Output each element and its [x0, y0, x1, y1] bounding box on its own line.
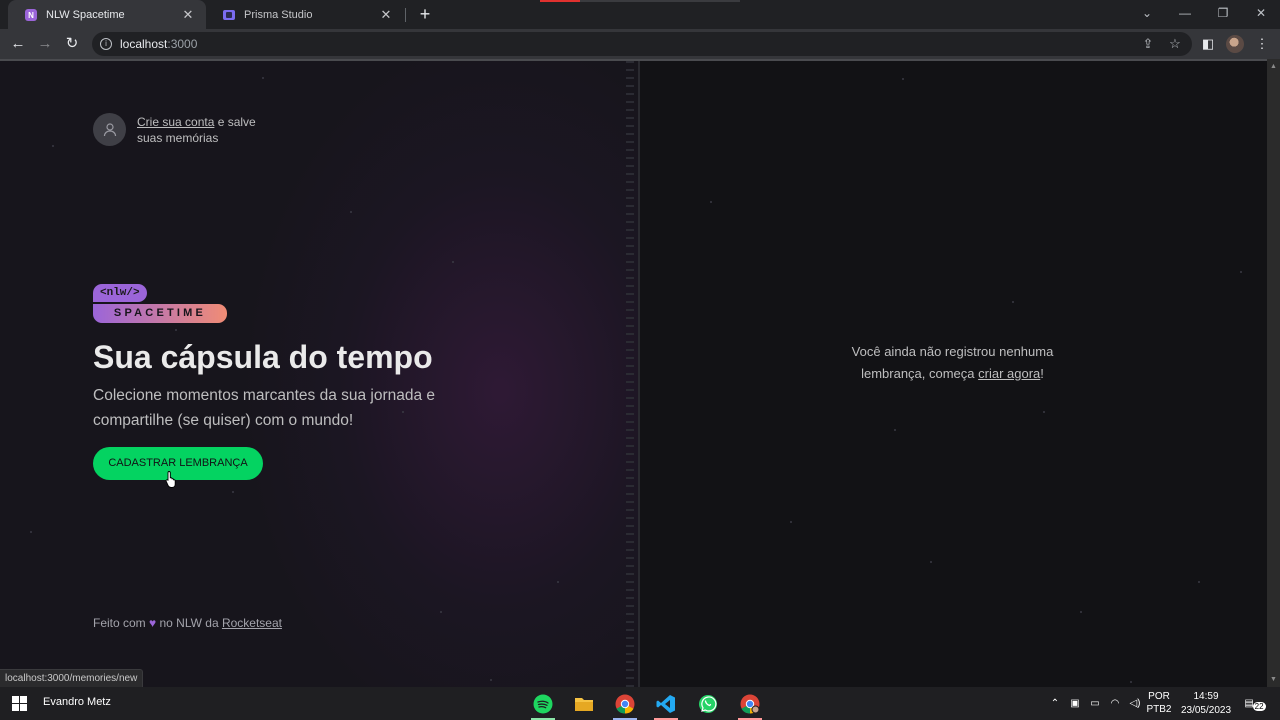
tray-battery-icon[interactable]: ▭	[1087, 687, 1103, 720]
maximize-button[interactable]: ❐	[1204, 0, 1242, 29]
left-panel: Crie sua conta e salve suas memórias <nl…	[0, 61, 640, 687]
chrome-icon	[615, 694, 635, 714]
tab-close-icon[interactable]: ✕	[180, 7, 196, 23]
clock-time: 14:59	[1193, 691, 1219, 702]
info-icon[interactable]: i	[100, 38, 112, 50]
footer-middle: no NLW da	[156, 616, 222, 630]
empty-state-message: Você ainda não registrou nenhuma lembran…	[850, 341, 1055, 385]
windows-taskbar: Evandro Metz ⌃ ▣ ▭ ◠ ◁) POR PTB2 14:59 2…	[0, 687, 1280, 720]
spacetime-logo: <nlw/> SPACETIME	[93, 282, 227, 323]
language-code: POR	[1148, 691, 1170, 702]
rocketseat-link[interactable]: Rocketseat	[222, 616, 282, 630]
notification-count: 22	[1252, 702, 1266, 711]
chrome-icon	[740, 694, 760, 714]
panel-stripes	[626, 61, 634, 687]
footer-prefix: Feito com	[93, 616, 150, 630]
svg-text:N: N	[28, 11, 34, 20]
tab-search-icon[interactable]: ⌄	[1128, 0, 1166, 29]
right-panel: Você ainda não registrou nenhuma lembran…	[640, 61, 1267, 687]
logo-tag: <nlw/>	[93, 284, 147, 302]
avatar	[93, 113, 126, 146]
taskbar-spotify[interactable]	[523, 687, 563, 720]
star-icon[interactable]: ☆	[1165, 32, 1185, 56]
signin-text: Crie sua conta e salve suas memórias	[137, 114, 267, 146]
tab-title: NLW Spacetime	[46, 8, 125, 21]
new-tab-button[interactable]: +	[414, 4, 436, 26]
sidebar-icon[interactable]: ◧	[1197, 33, 1219, 55]
tray-volume-icon[interactable]: ◁)	[1127, 687, 1143, 720]
back-icon[interactable]: ←	[7, 33, 29, 55]
tab-title: Prisma Studio	[244, 8, 313, 21]
page-title: Sua cápsula do tempo	[93, 339, 433, 375]
forward-icon[interactable]: →	[34, 33, 56, 55]
logo-name: SPACETIME	[93, 304, 227, 323]
create-account-link[interactable]: Crie sua conta	[137, 115, 214, 129]
clock-date: 23/05/2023	[1180, 705, 1232, 716]
tray-device-icon[interactable]: ▣	[1067, 687, 1083, 720]
menu-icon[interactable]: ⋮	[1251, 33, 1273, 55]
empty-state-suffix: !	[1040, 366, 1044, 381]
tab-favicon-icon	[223, 9, 235, 20]
taskbar-user-name[interactable]: Evandro Metz	[43, 696, 111, 708]
tab-strip: N NLW Spacetime ✕ Prisma Studio ✕ + ⌄ — …	[0, 0, 1280, 29]
minimize-button[interactable]: —	[1166, 0, 1204, 29]
url-host: localhost	[120, 37, 168, 51]
scroll-up-icon[interactable]: ▲	[1270, 63, 1277, 70]
url-text[interactable]: localhost:3000	[120, 37, 197, 51]
tray-language[interactable]: POR PTB2	[1146, 687, 1172, 720]
tray-wifi-icon[interactable]: ◠	[1107, 687, 1123, 720]
windows-start-icon[interactable]	[12, 696, 27, 711]
profile-avatar[interactable]	[1226, 35, 1244, 53]
folder-icon	[575, 697, 593, 711]
whatsapp-icon	[699, 694, 717, 713]
signin-link[interactable]: Crie sua conta e salve suas memórias	[93, 113, 267, 146]
taskbar-chrome[interactable]	[605, 687, 645, 720]
page-viewport: Crie sua conta e salve suas memórias <nl…	[0, 61, 1267, 687]
create-now-link[interactable]: criar agora	[978, 366, 1040, 381]
tab-close-icon[interactable]: ✕	[378, 7, 394, 23]
page-scrollbar[interactable]: ▲ ▼	[1267, 59, 1280, 687]
tab-favicon-icon: N	[25, 8, 37, 21]
tray-overflow-icon[interactable]: ⌃	[1046, 687, 1064, 720]
spotify-icon	[533, 694, 553, 713]
keyboard-layout: PTB2	[1146, 704, 1172, 715]
url-port: :3000	[167, 37, 198, 51]
taskbar-chrome-profile[interactable]	[730, 687, 770, 720]
share-icon[interactable]: ⇪	[1138, 32, 1158, 56]
page-subtitle: Colecione momentos marcantes da sua jorn…	[93, 387, 436, 429]
address-bar[interactable]: i localhost:3000 ⇪ ☆	[92, 32, 1192, 56]
user-icon	[103, 122, 116, 136]
vscode-icon	[656, 694, 675, 713]
tab-separator	[405, 8, 406, 22]
notification-center[interactable]: ▤ 22	[1243, 687, 1271, 720]
status-bar-url: localhost:3000/memories/new	[0, 669, 144, 687]
scroll-down-icon[interactable]: ▼	[1270, 676, 1277, 683]
recording-indicator	[540, 0, 740, 2]
tray-clock[interactable]: 14:59 23/05/2023	[1176, 687, 1236, 720]
taskbar-file-explorer[interactable]	[564, 687, 604, 720]
taskbar-vscode[interactable]	[646, 687, 686, 720]
close-window-button[interactable]: ✕	[1242, 0, 1280, 29]
browser-toolbar: ← → ↻ i localhost:3000 ⇪ ☆ ◧ ⋮	[0, 29, 1280, 59]
footer: Feito com ♥ no NLW da Rocketseat	[93, 616, 282, 630]
tab-nlw-spacetime[interactable]: N NLW Spacetime ✕	[8, 0, 206, 29]
tab-prisma-studio[interactable]: Prisma Studio ✕	[206, 0, 404, 29]
taskbar-whatsapp[interactable]	[688, 687, 728, 720]
reload-icon[interactable]: ↻	[61, 33, 83, 55]
hand-cursor-icon	[165, 471, 176, 488]
